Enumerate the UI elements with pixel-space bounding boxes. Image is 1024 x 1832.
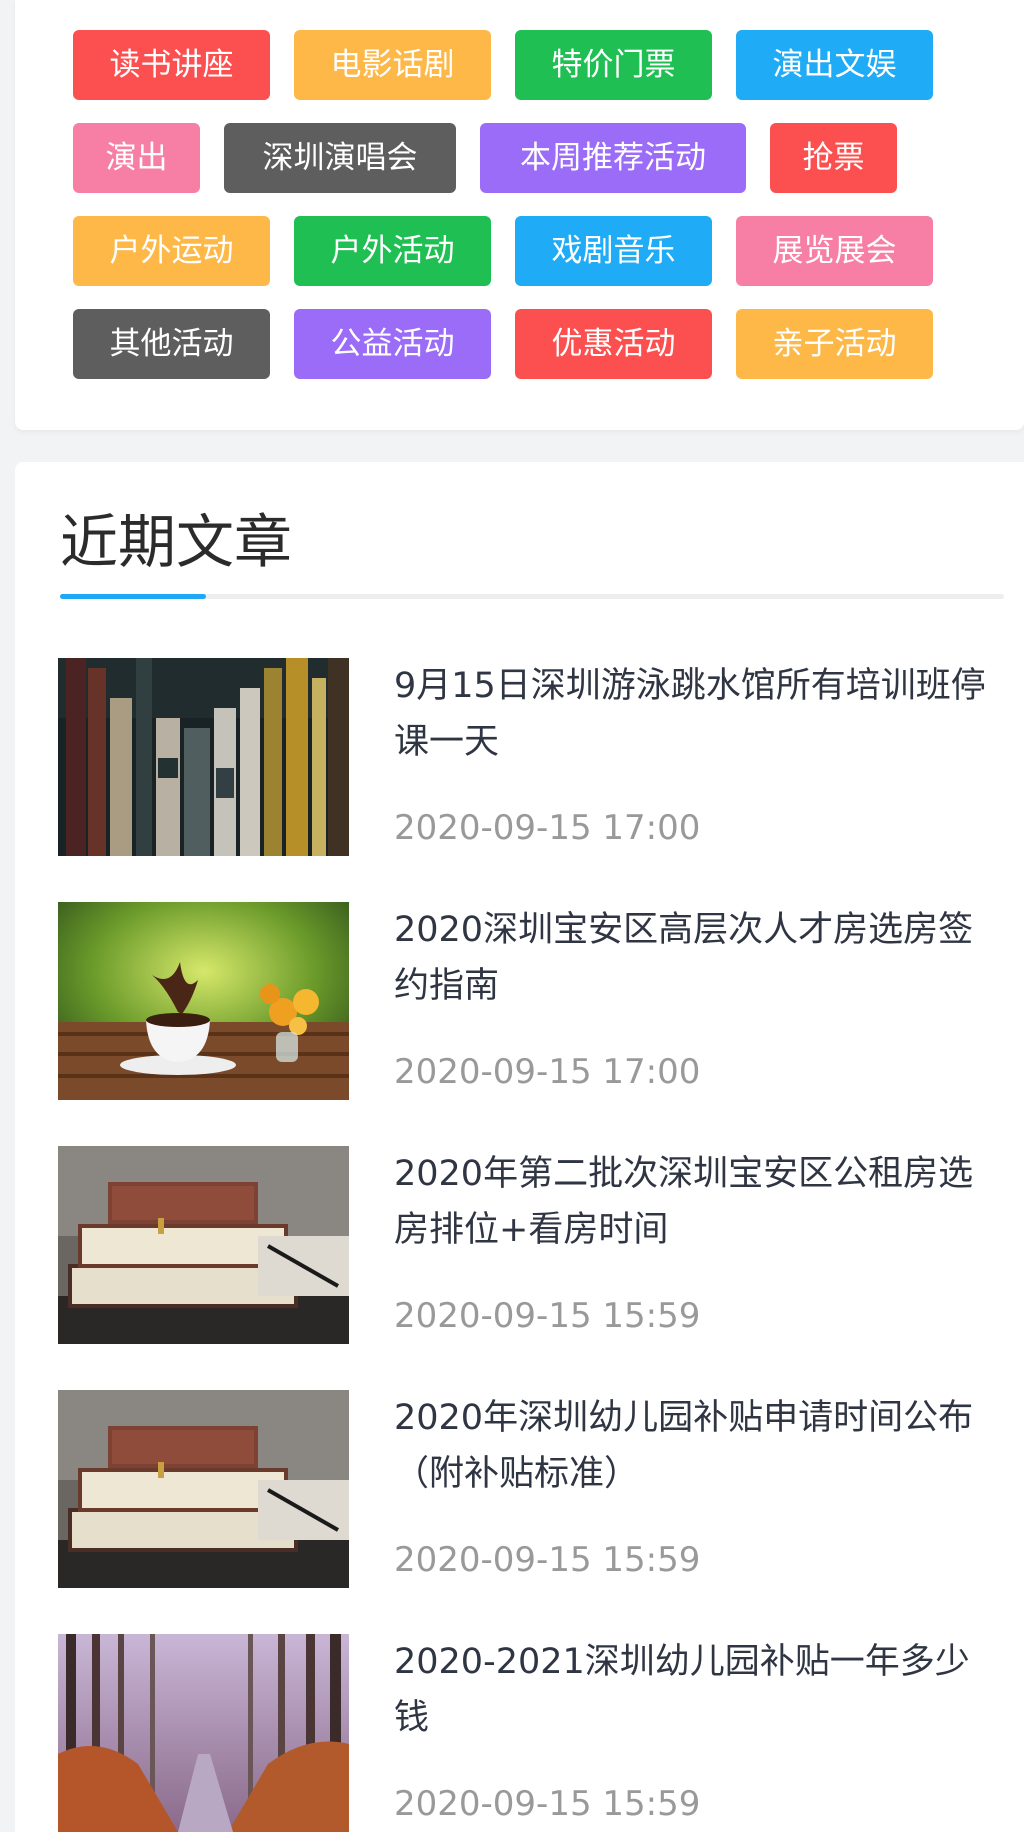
tag-discount-tickets[interactable]: 特价门票: [515, 30, 712, 100]
article-date: 2020-09-15 17:00: [394, 808, 701, 848]
tag-promotions[interactable]: 优惠活动: [515, 309, 712, 379]
forest-road-image[interactable]: [58, 1634, 349, 1832]
article-title[interactable]: 2020年深圳幼儿园补贴申请时间公布（附补贴标准）: [394, 1390, 994, 1502]
article-date: 2020-09-15 15:59: [394, 1784, 701, 1824]
article-title[interactable]: 2020深圳宝安区高层次人才房选房签约指南: [394, 902, 994, 1014]
section-title: 近期文章: [60, 508, 293, 576]
article-title[interactable]: 2020-2021深圳幼儿园补贴一年多少钱: [394, 1634, 994, 1746]
book-stack-image[interactable]: [58, 1390, 349, 1588]
title-divider-accent: [60, 594, 206, 599]
article-item[interactable]: 2020年深圳幼儿园补贴申请时间公布（附补贴标准） 2020-09-15 15:…: [58, 1390, 1004, 1588]
bookshelf-image[interactable]: [58, 658, 349, 856]
book-stack-image[interactable]: [58, 1146, 349, 1344]
tag-grab-tickets[interactable]: 抢票: [770, 123, 897, 193]
article-date: 2020-09-15 15:59: [394, 1296, 701, 1336]
tag-movie-drama[interactable]: 电影话剧: [294, 30, 491, 100]
tag-other-activities[interactable]: 其他活动: [73, 309, 270, 379]
title-divider: [60, 594, 1004, 599]
article-title[interactable]: 2020年第二批次深圳宝安区公租房选房排位+看房时间: [394, 1146, 994, 1258]
tag-charity-activities[interactable]: 公益活动: [294, 309, 491, 379]
article-date: 2020-09-15 17:00: [394, 1052, 701, 1092]
tag-shenzhen-concert[interactable]: 深圳演唱会: [224, 123, 456, 193]
tag-reading-lecture[interactable]: 读书讲座: [73, 30, 270, 100]
article-item[interactable]: 9月15日深圳游泳跳水馆所有培训班停课一天 2020-09-15 17:00: [58, 658, 1004, 856]
tag-outdoor-activities[interactable]: 户外活动: [294, 216, 491, 286]
category-tags-card: 读书讲座 电影话剧 特价门票 演出文娱 演出 深圳演唱会 本周推荐活动 抢票 户…: [15, 0, 1024, 430]
coffee-splash-image[interactable]: [58, 902, 349, 1100]
article-item[interactable]: 2020-2021深圳幼儿园补贴一年多少钱 2020-09-15 15:59: [58, 1634, 1004, 1832]
tag-performance-entertainment[interactable]: 演出文娱: [736, 30, 933, 100]
article-date: 2020-09-15 15:59: [394, 1540, 701, 1580]
tag-family-activities[interactable]: 亲子活动: [736, 309, 933, 379]
article-item[interactable]: 2020年第二批次深圳宝安区公租房选房排位+看房时间 2020-09-15 15…: [58, 1146, 1004, 1344]
recent-articles-card: 近期文章 9月15日深圳游泳跳水馆所有培训班停课一天 2020-09-15 17…: [15, 462, 1024, 1832]
tag-weekly-recommended[interactable]: 本周推荐活动: [480, 123, 746, 193]
tag-performance[interactable]: 演出: [73, 123, 200, 193]
article-item[interactable]: 2020深圳宝安区高层次人才房选房签约指南 2020-09-15 17:00: [58, 902, 1004, 1100]
tag-exhibitions[interactable]: 展览展会: [736, 216, 933, 286]
article-title[interactable]: 9月15日深圳游泳跳水馆所有培训班停课一天: [394, 658, 994, 770]
tag-outdoor-sports[interactable]: 户外运动: [73, 216, 270, 286]
tag-drama-music[interactable]: 戏剧音乐: [515, 216, 712, 286]
